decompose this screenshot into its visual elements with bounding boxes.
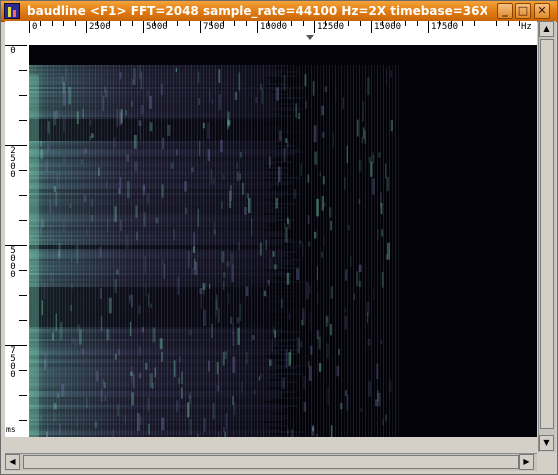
y-minor-tick <box>19 420 27 421</box>
x-minor-tick <box>451 21 452 26</box>
scroll-up-arrow-icon[interactable]: ▲ <box>539 21 554 37</box>
y-minor-tick <box>19 320 27 321</box>
x-minor-tick <box>120 21 121 26</box>
x-minor-tick <box>223 21 224 26</box>
resize-grip[interactable] <box>539 454 555 470</box>
x-minor-tick <box>132 21 133 26</box>
y-major-tick <box>5 45 27 46</box>
x-minor-tick <box>462 21 463 26</box>
x-minor-tick <box>177 21 178 26</box>
minimize-button[interactable]: _ <box>497 3 513 19</box>
x-minor-tick <box>439 21 440 26</box>
y-minor-tick <box>19 220 27 221</box>
spectrogram-display[interactable] <box>29 45 537 437</box>
y-tick-label-char: 0 <box>10 46 16 56</box>
x-minor-tick <box>211 21 212 26</box>
x-tick-label: 7500 <box>203 22 225 32</box>
maximize-button[interactable]: □ <box>515 3 531 19</box>
time-ruler[interactable]: 0 2 5 0 0 5 0 0 0 7 5 0 0 ms <box>5 45 30 437</box>
ruler-corner <box>5 21 29 45</box>
frequency-marker-icon[interactable] <box>306 35 314 40</box>
y-minor-tick <box>19 195 27 196</box>
y-minor-tick <box>19 70 27 71</box>
x-minor-tick <box>417 21 418 26</box>
x-minor-tick <box>496 21 497 26</box>
x-minor-tick <box>166 21 167 26</box>
x-unit-label: Hz <box>521 22 532 32</box>
x-major-tick <box>200 21 201 33</box>
y-unit-label: ms <box>6 425 16 434</box>
y-minor-tick <box>19 295 27 296</box>
x-minor-tick <box>519 21 520 26</box>
frequency-ruler[interactable]: 0 2500 5000 7500 10000 12500 15000 17500 Hz <box>29 21 537 46</box>
x-tick-label: 5000 <box>146 22 168 32</box>
y-major-tick <box>5 345 27 346</box>
x-major-tick <box>314 21 315 33</box>
y-minor-tick <box>19 170 27 171</box>
x-minor-tick <box>75 21 76 26</box>
x-minor-tick <box>508 21 509 26</box>
y-minor-tick <box>19 270 27 271</box>
y-tick-label-char: 0 <box>10 170 16 180</box>
window-title: baudline <F1> FFT=2048 sample_rate=44100… <box>27 4 487 18</box>
horizontal-scrollbar[interactable]: ◀ ▶ <box>5 453 537 471</box>
y-major-tick <box>5 145 27 146</box>
x-tick-label: 2500 <box>89 22 111 32</box>
title-bar[interactable]: baudline <F1> FFT=2048 sample_rate=44100… <box>1 1 557 22</box>
scroll-down-arrow-icon[interactable]: ▼ <box>539 435 554 451</box>
spectrogram-image <box>29 45 537 437</box>
x-minor-tick <box>246 21 247 26</box>
y-minor-tick <box>19 395 27 396</box>
x-minor-tick <box>405 21 406 26</box>
x-minor-tick <box>154 21 155 26</box>
vertical-scrollbar[interactable]: ▲ ▼ <box>538 21 556 452</box>
x-major-tick <box>257 21 258 33</box>
x-major-tick <box>143 21 144 33</box>
baudline-window: baudline <F1> FFT=2048 sample_rate=44100… <box>0 0 558 475</box>
x-minor-tick <box>97 21 98 26</box>
app-icon[interactable] <box>4 3 20 19</box>
close-button[interactable]: ✕ <box>534 3 550 19</box>
x-minor-tick <box>394 21 395 26</box>
x-tick-label: 17500 <box>431 22 459 32</box>
x-minor-tick <box>303 21 304 26</box>
vertical-scroll-thumb[interactable] <box>540 39 554 429</box>
x-tick-label: 12500 <box>317 22 345 32</box>
x-minor-tick <box>280 21 281 26</box>
x-minor-tick <box>109 21 110 26</box>
x-tick-label: 0 <box>32 22 38 32</box>
x-minor-tick <box>348 21 349 26</box>
y-tick-label-char: 0 <box>10 370 16 380</box>
x-minor-tick <box>325 21 326 26</box>
y-tick-label-char: 0 <box>10 270 16 280</box>
x-minor-tick <box>291 21 292 26</box>
x-major-tick <box>428 21 429 33</box>
x-minor-tick <box>189 21 190 26</box>
y-minor-tick <box>19 370 27 371</box>
x-minor-tick <box>268 21 269 26</box>
x-tick-label: 15000 <box>374 22 402 32</box>
x-minor-tick <box>234 21 235 26</box>
y-minor-tick <box>19 95 27 96</box>
x-minor-tick <box>337 21 338 26</box>
x-major-tick <box>86 21 87 33</box>
x-minor-tick <box>360 21 361 26</box>
x-minor-tick <box>40 21 41 26</box>
x-minor-tick <box>474 21 475 26</box>
scroll-right-arrow-icon[interactable]: ▶ <box>519 454 534 470</box>
scroll-left-arrow-icon[interactable]: ◀ <box>5 454 20 470</box>
x-minor-tick <box>52 21 53 26</box>
y-minor-tick <box>19 120 27 121</box>
x-tick-label: 10000 <box>260 22 288 32</box>
x-minor-tick <box>382 21 383 26</box>
x-minor-tick <box>63 21 64 26</box>
horizontal-scroll-thumb[interactable] <box>23 455 519 469</box>
x-major-tick <box>371 21 372 33</box>
x-major-tick <box>29 21 30 33</box>
y-major-tick <box>5 245 27 246</box>
